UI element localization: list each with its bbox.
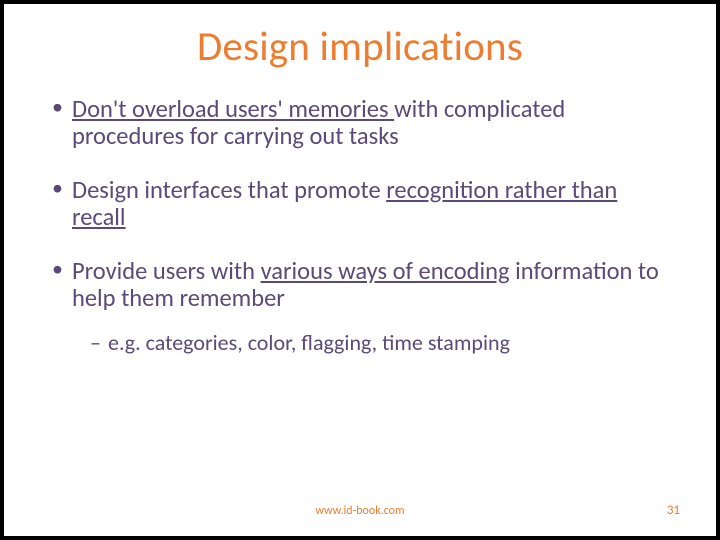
bullet-text-underlined: Don't overload users' memories [72, 94, 394, 124]
page-number: 31 [667, 503, 680, 518]
bullet-item: Design interfaces that promote recogniti… [50, 177, 670, 232]
bullet-text-underlined: various ways of encoding [261, 256, 510, 286]
bullet-text-pre: Design interfaces that promote [72, 175, 386, 205]
sub-bullet-text: e.g. categories, color, flagging, time s… [108, 329, 510, 356]
slide-title: Design implications [50, 22, 670, 72]
bullet-text-pre: Provide users with [72, 256, 261, 286]
bullet-list: Don't overload users' memories with comp… [50, 96, 670, 355]
bullet-item: Don't overload users' memories with comp… [50, 96, 670, 151]
bullet-item: Provide users with various ways of encod… [50, 258, 670, 356]
footer-url: www.id-book.com [4, 504, 716, 518]
sub-bullet-item: e.g. categories, color, flagging, time s… [90, 331, 670, 356]
slide: Design implications Don't overload users… [4, 4, 716, 536]
sub-bullet-list: e.g. categories, color, flagging, time s… [90, 331, 670, 356]
